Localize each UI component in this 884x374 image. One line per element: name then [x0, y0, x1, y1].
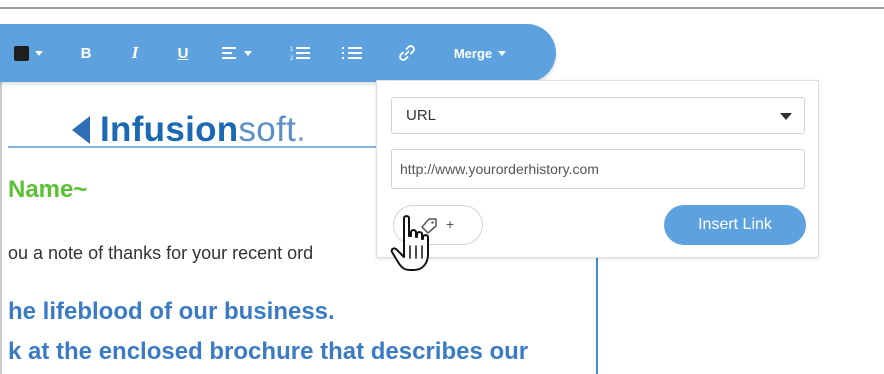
text-color-button[interactable] — [8, 24, 48, 82]
logo-arrow-icon — [72, 116, 90, 144]
svg-text:1: 1 — [290, 47, 294, 53]
underline-label: U — [177, 44, 189, 62]
infusionsoft-logo: Infusionsoft. — [72, 110, 306, 150]
url-input[interactable] — [391, 149, 805, 189]
headline-line-2[interactable]: k at the enclosed brochure that describe… — [8, 338, 528, 366]
align-left-icon — [222, 47, 236, 59]
headline-line-1[interactable]: he lifeblood of our business. — [8, 298, 335, 326]
add-tag-plus: + — [446, 216, 455, 232]
bullet-list-button[interactable] — [336, 24, 370, 82]
greeting-merge-field[interactable]: Name~ — [8, 176, 87, 204]
underline-button[interactable]: U — [171, 24, 195, 82]
logo-text-dot: . — [296, 110, 307, 149]
logo-text-light: soft — [238, 110, 297, 149]
italic-label: I — [131, 43, 139, 62]
link-icon — [399, 45, 415, 61]
insert-link-panel: URL + Insert Link — [376, 80, 819, 258]
link-type-value: URL — [406, 107, 437, 124]
svg-text:2: 2 — [290, 56, 294, 61]
link-type-select[interactable]: URL — [391, 97, 805, 134]
merge-label: Merge — [453, 45, 493, 61]
chevron-down-icon — [498, 50, 507, 56]
hand-pointer-icon — [390, 215, 429, 271]
editor-left-border — [0, 40, 2, 374]
bold-label: B — [80, 44, 92, 62]
logo-text-bold: Infusion — [100, 110, 239, 149]
body-paragraph[interactable]: ou a note of thanks for your recent ord — [8, 243, 313, 264]
chevron-down-icon — [244, 50, 252, 56]
window-top-border — [0, 0, 884, 9]
format-toolbar: B I U 1 2 Merge — [0, 24, 556, 82]
chevron-down-icon — [780, 113, 792, 120]
chevron-down-icon — [34, 50, 43, 56]
ordered-list-button[interactable]: 1 2 — [284, 24, 318, 82]
insert-link-button[interactable]: Insert Link — [664, 205, 806, 245]
ordered-list-icon: 1 2 — [290, 47, 310, 61]
color-swatch-icon — [13, 45, 29, 61]
merge-dropdown[interactable]: Merge — [446, 24, 514, 82]
align-button[interactable] — [214, 24, 260, 82]
bullet-list-icon — [342, 47, 362, 59]
bold-button[interactable]: B — [74, 24, 98, 82]
italic-button[interactable]: I — [123, 24, 147, 82]
link-button[interactable] — [390, 24, 424, 82]
